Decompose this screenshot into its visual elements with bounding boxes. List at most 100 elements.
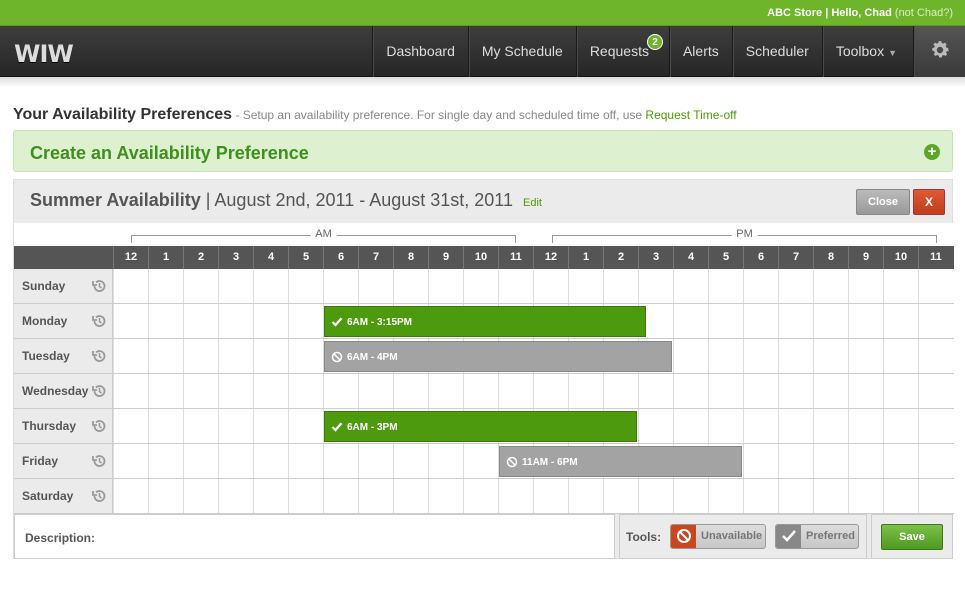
hour-cell[interactable] [638, 269, 673, 303]
hour-cell[interactable] [708, 304, 743, 338]
request-time-off-link[interactable]: Request Time-off [645, 108, 736, 122]
hour-cell[interactable] [918, 304, 953, 338]
hour-cell[interactable] [568, 374, 603, 408]
hour-cell[interactable] [708, 409, 743, 443]
hour-cell[interactable] [813, 479, 848, 513]
hour-cell[interactable] [813, 444, 848, 478]
hour-cell[interactable] [113, 269, 148, 303]
hour-cell[interactable] [288, 339, 323, 373]
nav-scheduler[interactable]: Scheduler [731, 26, 822, 77]
hour-cell[interactable] [918, 339, 953, 373]
history-icon[interactable] [91, 453, 107, 472]
hour-cell[interactable] [113, 444, 148, 478]
hour-cell[interactable] [673, 479, 708, 513]
nav-requests[interactable]: Requests 2 [575, 26, 669, 77]
hour-cell[interactable] [253, 444, 288, 478]
hour-cell[interactable] [533, 479, 568, 513]
preferred-block[interactable]: 6AM - 3:15PM [324, 306, 646, 337]
hour-cell[interactable] [743, 444, 778, 478]
hour-cell[interactable] [743, 269, 778, 303]
hour-cell[interactable] [253, 374, 288, 408]
hour-cell[interactable] [743, 409, 778, 443]
hour-cell[interactable] [603, 479, 638, 513]
hour-cell[interactable] [148, 479, 183, 513]
hour-cell[interactable] [673, 304, 708, 338]
hour-cell[interactable] [253, 479, 288, 513]
hour-cell[interactable] [358, 269, 393, 303]
hour-cell[interactable] [428, 444, 463, 478]
hour-cell[interactable] [743, 479, 778, 513]
hour-cell[interactable] [778, 339, 813, 373]
hour-cell[interactable] [148, 409, 183, 443]
hour-cell[interactable] [778, 269, 813, 303]
hour-cell[interactable] [253, 409, 288, 443]
hour-cell[interactable] [113, 304, 148, 338]
hour-cell[interactable] [568, 269, 603, 303]
hour-cell[interactable] [638, 479, 673, 513]
hour-cell[interactable] [183, 339, 218, 373]
hour-cell[interactable] [883, 304, 918, 338]
hour-cell[interactable] [498, 479, 533, 513]
hour-cell[interactable] [253, 269, 288, 303]
hour-cell[interactable] [323, 479, 358, 513]
hour-cell[interactable] [253, 304, 288, 338]
hour-cell[interactable] [218, 409, 253, 443]
hour-cell[interactable] [778, 479, 813, 513]
nav-my-schedule[interactable]: My Schedule [467, 26, 576, 77]
hour-cell[interactable] [883, 444, 918, 478]
hour-cell[interactable] [358, 374, 393, 408]
hour-cell[interactable] [148, 374, 183, 408]
history-icon[interactable] [91, 348, 107, 367]
hour-cell[interactable] [183, 269, 218, 303]
hour-cell[interactable] [883, 339, 918, 373]
history-icon[interactable] [91, 418, 107, 437]
hour-cell[interactable] [148, 339, 183, 373]
hour-cell[interactable] [463, 374, 498, 408]
hour-cell[interactable] [883, 479, 918, 513]
hour-cell[interactable] [498, 374, 533, 408]
hour-cell[interactable] [638, 409, 673, 443]
hour-cell[interactable] [673, 409, 708, 443]
hour-cell[interactable] [113, 374, 148, 408]
hour-cell[interactable] [183, 444, 218, 478]
hour-cell[interactable] [463, 444, 498, 478]
description-field[interactable]: Description: [14, 514, 615, 559]
edit-link[interactable]: Edit [523, 197, 542, 209]
hour-cell[interactable] [918, 479, 953, 513]
hour-cell[interactable] [533, 269, 568, 303]
hour-cell[interactable] [288, 304, 323, 338]
hour-cell[interactable] [708, 339, 743, 373]
hour-cell[interactable] [288, 444, 323, 478]
hour-cell[interactable] [183, 374, 218, 408]
hour-cell[interactable] [393, 374, 428, 408]
hour-cell[interactable] [883, 409, 918, 443]
hour-cell[interactable] [428, 374, 463, 408]
hour-cell[interactable] [323, 444, 358, 478]
hour-cell[interactable] [463, 269, 498, 303]
hour-cell[interactable] [673, 374, 708, 408]
hour-cell[interactable] [603, 269, 638, 303]
hour-cell[interactable] [813, 374, 848, 408]
hour-cell[interactable] [323, 374, 358, 408]
unavailable-block[interactable]: 6AM - 4PM [324, 341, 672, 372]
hour-cell[interactable] [778, 444, 813, 478]
hour-cell[interactable] [323, 269, 358, 303]
history-icon[interactable] [91, 383, 107, 402]
hour-cell[interactable] [113, 409, 148, 443]
history-icon[interactable] [91, 313, 107, 332]
hour-cell[interactable] [743, 374, 778, 408]
hour-cell[interactable] [848, 444, 883, 478]
hour-cell[interactable] [288, 409, 323, 443]
hour-cell[interactable] [848, 304, 883, 338]
hour-cell[interactable] [148, 269, 183, 303]
hour-cell[interactable] [533, 374, 568, 408]
unavailable-tool-button[interactable]: Unavailable [670, 524, 766, 549]
hour-cell[interactable] [288, 374, 323, 408]
hour-cell[interactable] [848, 409, 883, 443]
settings-button[interactable] [913, 26, 965, 77]
hour-cell[interactable] [183, 304, 218, 338]
hour-cell[interactable] [148, 444, 183, 478]
hour-cell[interactable] [113, 479, 148, 513]
hour-cell[interactable] [393, 444, 428, 478]
hour-cell[interactable] [778, 409, 813, 443]
